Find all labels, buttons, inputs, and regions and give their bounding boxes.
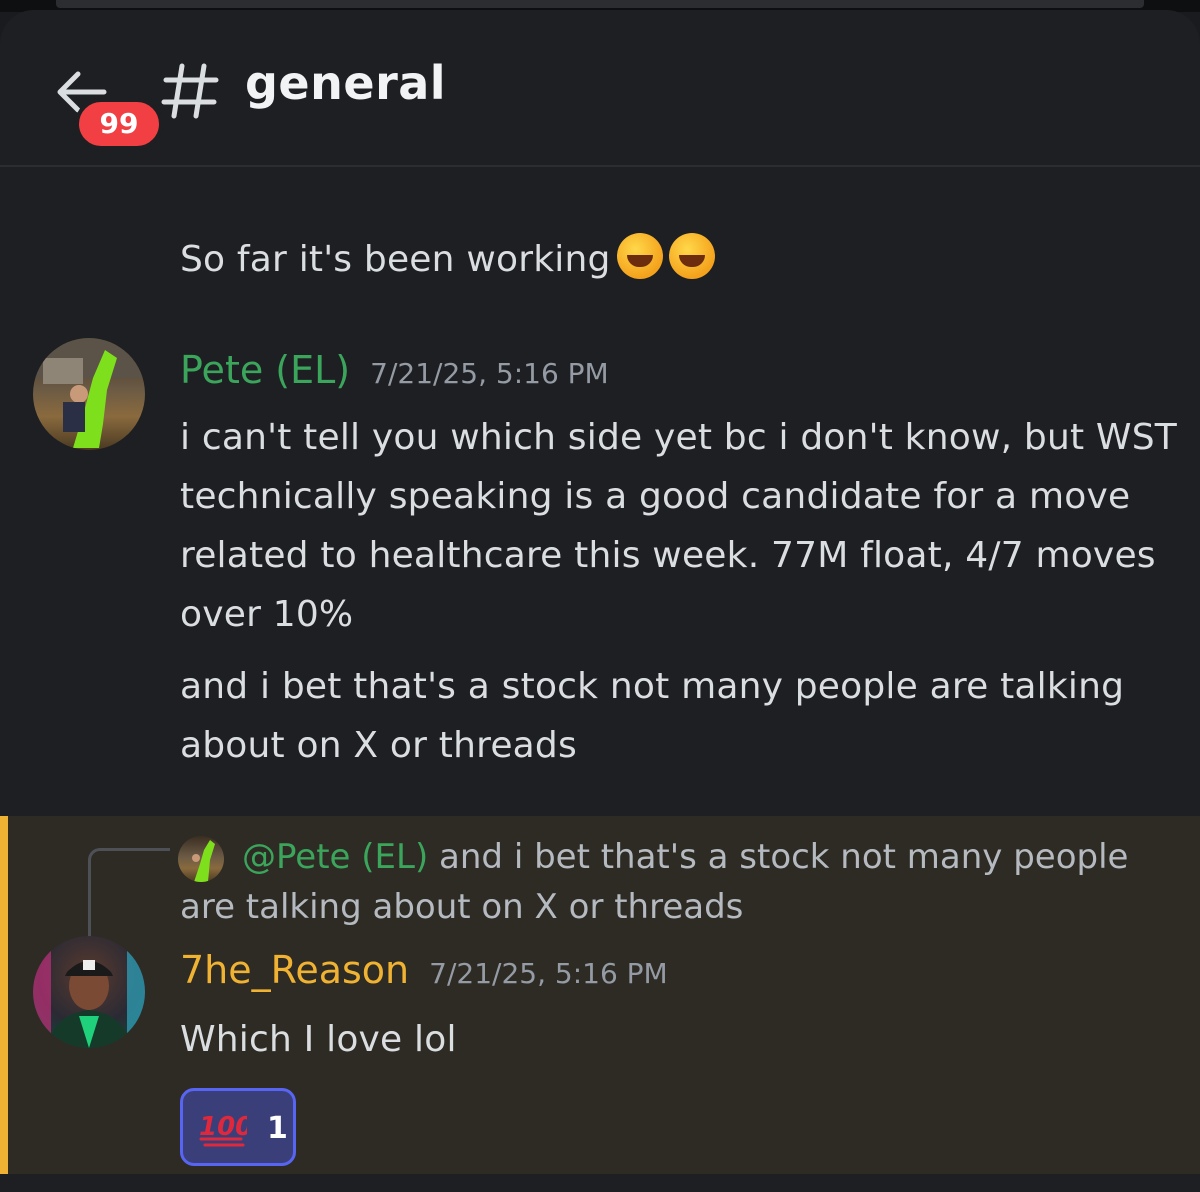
reply-connector (88, 848, 170, 940)
avatar[interactable] (33, 338, 145, 450)
channel-title: general (245, 56, 447, 110)
reply-mention[interactable]: @Pete (EL) (242, 837, 428, 877)
reply-preview[interactable]: @Pete (EL) and i bet that's a stock not … (180, 832, 1130, 932)
previous-message: So far it's been working (180, 230, 715, 289)
channel-header: 99 general (0, 10, 1200, 167)
username[interactable]: 7he_Reason (180, 948, 409, 992)
timestamp: 7/21/25, 5:16 PM (370, 357, 609, 390)
drag-handle (56, 0, 1144, 8)
timestamp: 7/21/25, 5:16 PM (429, 957, 668, 990)
rofl-emoji (668, 233, 715, 279)
reaction-count: 1 (267, 1111, 288, 1146)
unread-badge: 99 (75, 98, 163, 150)
username[interactable]: Pete (EL) (180, 348, 350, 392)
message-body: Which I love lol (180, 1019, 457, 1060)
message-body: i can't tell you which side yet bc i don… (180, 408, 1180, 775)
message-paragraph: and i bet that's a stock not many people… (180, 666, 1125, 766)
message-header: 7he_Reason 7/21/25, 5:16 PM (180, 948, 668, 992)
channel-panel: 99 general So far it's been working Pete… (0, 10, 1200, 1192)
message-paragraph: i can't tell you which side yet bc i don… (180, 417, 1177, 635)
previous-message-text: So far it's been working (180, 239, 611, 280)
avatar[interactable] (33, 936, 145, 1048)
rofl-emoji (616, 233, 663, 279)
next-message-strip (0, 1174, 1200, 1192)
hundred-points-emoji: 100 (199, 1112, 247, 1147)
hash-icon (161, 63, 219, 119)
message-header: Pete (EL) 7/21/25, 5:16 PM (180, 348, 609, 392)
avatar-image (33, 338, 145, 448)
reaction-button[interactable]: 100 1 (180, 1088, 296, 1166)
avatar-image (33, 936, 145, 1048)
